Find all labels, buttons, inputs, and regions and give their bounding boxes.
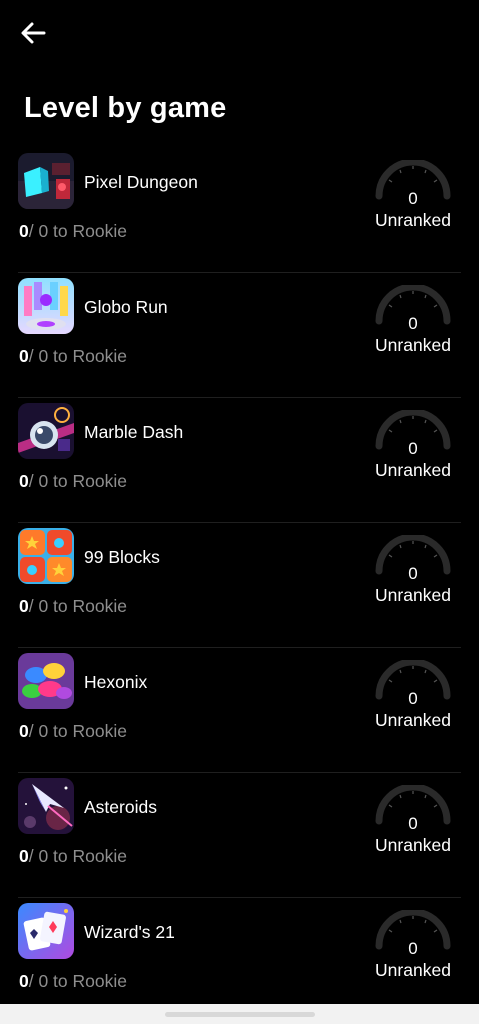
asteroids-icon <box>18 778 74 834</box>
rank-label: Unranked <box>375 210 451 230</box>
game-row[interactable]: Pixel Dungeon 0/ 0 to Rookie 0 Unranked <box>18 148 461 273</box>
current-level: 0 <box>19 721 29 741</box>
rank-gauge: 0 Unranked <box>369 535 457 615</box>
hexonix-icon <box>18 653 74 709</box>
rank-gauge: 0 Unranked <box>369 160 457 240</box>
game-row[interactable]: Wizard's 21 0/ 0 to Rookie 0 Unranked <box>18 898 461 1022</box>
rank-label: Unranked <box>375 960 451 980</box>
progress-text: 0/ 0 to Rookie <box>19 221 127 242</box>
game-name: Pixel Dungeon <box>84 172 198 192</box>
rank-gauge: 0 Unranked <box>369 410 457 490</box>
rank-gauge: 0 Unranked <box>369 660 457 740</box>
game-row[interactable]: 99 Blocks 0/ 0 to Rookie 0 Unranked <box>18 523 461 648</box>
game-name: Marble Dash <box>84 422 184 442</box>
progress-text: 0/ 0 to Rookie <box>19 596 127 617</box>
game-row[interactable]: Asteroids 0/ 0 to Rookie 0 Unranked <box>18 773 461 898</box>
rank-gauge: 0 Unranked <box>369 285 457 365</box>
marble-dash-icon <box>18 403 74 459</box>
page-title: Level by game <box>24 92 227 124</box>
gauge-value: 0 <box>408 564 418 583</box>
progress-target: / 0 to Rookie <box>28 596 127 616</box>
game-name: 99 Blocks <box>84 547 160 567</box>
progress-target: / 0 to Rookie <box>28 221 127 241</box>
current-level: 0 <box>19 846 29 866</box>
game-row[interactable]: Hexonix 0/ 0 to Rookie 0 Unranked <box>18 648 461 773</box>
gauge-value: 0 <box>408 439 418 458</box>
gauge-value: 0 <box>408 939 418 958</box>
game-name: Hexonix <box>84 672 148 692</box>
game-name: Globo Run <box>84 297 168 317</box>
progress-text: 0/ 0 to Rookie <box>19 971 127 992</box>
globo-run-icon <box>18 278 74 334</box>
gauge-value: 0 <box>408 689 418 708</box>
rank-label: Unranked <box>375 460 451 480</box>
current-level: 0 <box>19 471 29 491</box>
rank-gauge: 0 Unranked <box>369 785 457 865</box>
game-name: Asteroids <box>84 797 157 817</box>
rank-label: Unranked <box>375 710 451 730</box>
progress-target: / 0 to Rookie <box>28 471 127 491</box>
game-row[interactable]: Globo Run 0/ 0 to Rookie 0 Unranked <box>18 273 461 398</box>
gauge-value: 0 <box>408 314 418 333</box>
progress-text: 0/ 0 to Rookie <box>19 721 127 742</box>
progress-target: / 0 to Rookie <box>28 846 127 866</box>
current-level: 0 <box>19 221 29 241</box>
progress-target: / 0 to Rookie <box>28 346 127 366</box>
gauge-value: 0 <box>408 814 418 833</box>
progress-target: / 0 to Rookie <box>28 721 127 741</box>
rank-gauge: 0 Unranked <box>369 910 457 990</box>
rank-label: Unranked <box>375 835 451 855</box>
game-level-list: Pixel Dungeon 0/ 0 to Rookie 0 Unranked <box>0 148 479 1022</box>
rank-label: Unranked <box>375 335 451 355</box>
gauge-value: 0 <box>408 189 418 208</box>
current-level: 0 <box>19 346 29 366</box>
current-level: 0 <box>19 596 29 616</box>
progress-text: 0/ 0 to Rookie <box>19 471 127 492</box>
rank-label: Unranked <box>375 585 451 605</box>
progress-target: / 0 to Rookie <box>28 971 127 991</box>
progress-text: 0/ 0 to Rookie <box>19 846 127 867</box>
99-blocks-icon <box>18 528 74 584</box>
game-name: Wizard's 21 <box>84 922 175 942</box>
current-level: 0 <box>19 971 29 991</box>
game-row[interactable]: Marble Dash 0/ 0 to Rookie 0 Unranked <box>18 398 461 523</box>
pixel-dungeon-icon <box>18 153 74 209</box>
wizards-21-icon <box>18 903 74 959</box>
progress-text: 0/ 0 to Rookie <box>19 346 127 367</box>
back-arrow-icon[interactable] <box>18 18 48 48</box>
